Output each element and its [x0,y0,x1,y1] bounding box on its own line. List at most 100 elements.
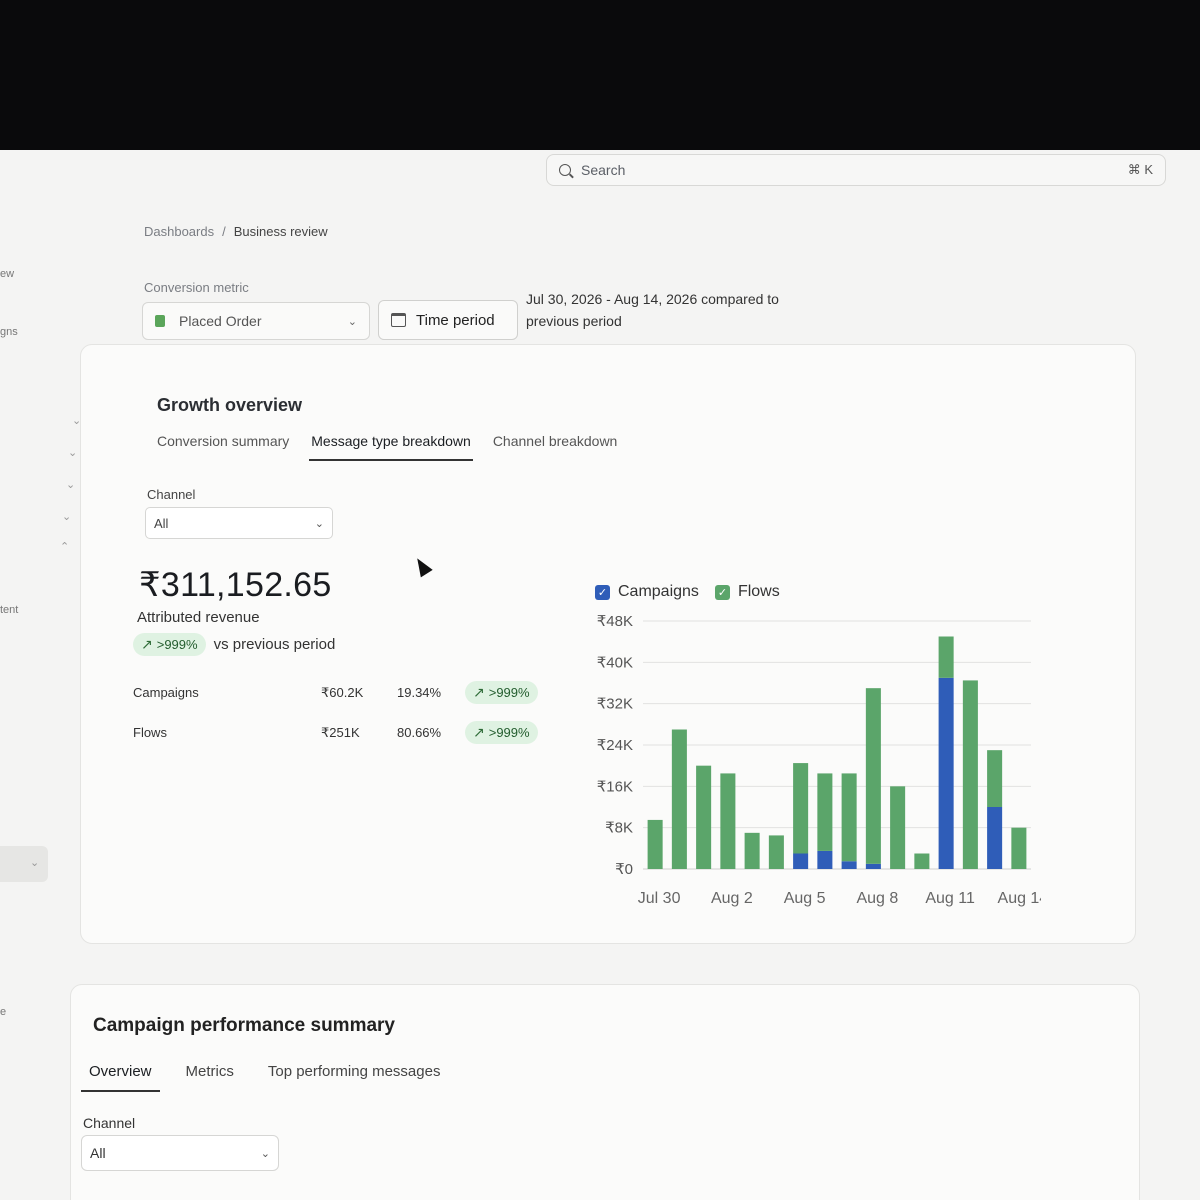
x-tick-label: Jul 30 [638,890,681,907]
x-tick-label: Aug 5 [784,890,826,907]
legend-flows[interactable]: Flows [738,583,780,601]
bar-flows [744,832,760,869]
conversion-metric-label: Conversion metric [144,280,249,295]
bar-campaigns [793,853,809,869]
trend-badge: ↗ >999% [133,633,206,656]
breadcrumb-current: Business review [233,224,328,239]
trend-up-icon: ↗ [141,636,153,652]
y-tick-label: ₹48K [597,613,633,630]
bar-campaigns [817,850,833,869]
shopify-bag-icon [155,315,165,327]
campaign-channel-label: Channel [83,1115,136,1131]
sidebar-selector[interactable]: ⌄ [0,846,48,882]
tab-top-performing-messages[interactable]: Top performing messages [260,1059,449,1092]
chart-legend: ✓ Campaigns ✓ Flows [595,583,780,601]
time-period-label: Time period [416,311,495,329]
trend-up-icon: ↗ [473,684,485,700]
x-tick-label: Aug 8 [856,890,898,907]
bar-flows [793,763,809,854]
trend-up-icon: ↗ [473,724,485,740]
bar-flows [987,750,1003,807]
growth-overview-title: Growth overview [157,395,303,415]
attributed-revenue-label: Attributed revenue [137,609,260,626]
legend-campaigns[interactable]: Campaigns [618,583,699,601]
breakdown-row-flows: Flows ₹251K 80.66% ↗ >999% [133,721,538,744]
x-tick-label: Aug 14 [998,890,1041,907]
trend-badge-text: >999% [156,637,198,652]
bar-flows [841,773,857,862]
campaign-performance-title: Campaign performance summary [93,1015,395,1036]
channel-label: Channel [147,487,196,502]
breakdown-amount: ₹251K [321,724,360,740]
breakdown-change-badge: ↗ >999% [465,681,538,704]
chevron-down-icon: ⌄ [260,1147,270,1160]
chevron-down-icon[interactable]: ⌄ [62,510,71,523]
bar-flows [938,636,954,678]
mouse-cursor [411,554,433,578]
chevron-up-icon[interactable]: ⌃ [60,540,69,553]
top-bar: Search ⌘ K [0,150,1200,214]
bar-flows [720,773,736,869]
attributed-revenue-value: ₹311,152.65 [139,566,332,604]
campaign-channel-select[interactable]: All ⌄ [81,1135,279,1171]
chevron-down-icon[interactable]: ⌄ [66,478,75,491]
campaign-channel-value: All [90,1145,106,1161]
chevron-down-icon[interactable]: ⌄ [68,446,77,459]
tab-metrics[interactable]: Metrics [178,1059,242,1092]
bar-flows [865,688,881,864]
trend-text: vs previous period [213,636,336,653]
y-tick-label: ₹8K [605,820,633,837]
flows-checkbox[interactable]: ✓ [714,584,730,600]
calendar-icon [391,313,406,327]
bar-flows [696,765,712,869]
growth-tabs: Conversion summary Message type breakdow… [155,429,619,461]
breakdown-percent: 19.34% [397,685,442,700]
revenue-bar-chart: ₹0 ₹8K ₹16K ₹24K ₹32K ₹40K ₹48K Jul 30 Aug 2 Aug … [597,613,1041,907]
bar-flows [914,853,930,869]
breadcrumb-separator: / [222,224,226,239]
breakdown-name: Campaigns [133,685,199,700]
breakdown-change: >999% [488,685,530,700]
tab-message-type-breakdown[interactable]: Message type breakdown [309,429,473,461]
search-shortcut: ⌘ K [1127,162,1153,177]
channel-select[interactable]: All ⌄ [145,507,333,539]
conversion-metric-value: Placed Order [179,313,262,329]
bar-campaigns [938,677,954,869]
app-screen: Search ⌘ K ew gns ⌄ ⌄ ⌄ ⌄ ⌃ tent ⌄ e Das… [0,150,1200,1200]
breakdown-percent: 80.66% [397,725,442,740]
conversion-metric-select[interactable]: Placed Order ⌄ [142,302,370,340]
bar-campaigns [841,861,857,869]
growth-overview-card: Growth overview Conversion summary Messa… [80,344,1136,944]
time-period-button[interactable]: Time period [378,300,518,340]
bar-flows [962,680,978,869]
main-content: Dashboards / Business review Conversion … [70,214,1140,1200]
y-tick-label: ₹16K [597,778,633,795]
chevron-down-icon: ⌄ [30,857,40,869]
breadcrumb: Dashboards / Business review [144,224,328,239]
breakdown-change: >999% [488,725,530,740]
search-placeholder: Search [581,162,626,178]
sidebar-fragment[interactable]: tent [0,604,18,616]
sidebar-fragment[interactable]: ew [0,268,14,280]
bar-campaigns [865,863,881,869]
search-icon [559,164,571,176]
sidebar-fragment[interactable]: gns [0,326,18,338]
bar-flows [671,729,687,869]
revenue-trend: ↗ >999% vs previous period [133,633,335,656]
campaigns-checkbox[interactable]: ✓ [595,584,610,600]
tab-channel-breakdown[interactable]: Channel breakdown [491,429,620,461]
sidebar-fragment[interactable]: e [0,1006,6,1018]
campaign-tabs: Overview Metrics Top performing messages [81,1059,448,1092]
campaign-performance-card: Campaign performance summary Overview Me… [70,984,1140,1200]
tab-overview[interactable]: Overview [81,1059,160,1092]
breakdown-row-campaigns: Campaigns ₹60.2K 19.34% ↗ >999% [133,681,538,704]
y-tick-label: ₹0 [615,861,633,878]
bar-campaigns [987,807,1003,869]
chevron-down-icon: ⌄ [347,315,357,328]
bar-flows [817,773,833,851]
tab-conversion-summary[interactable]: Conversion summary [155,429,291,461]
breadcrumb-dashboards[interactable]: Dashboards [144,224,214,239]
search-input[interactable]: Search ⌘ K [546,154,1166,186]
date-range-text: Jul 30, 2026 - Aug 14, 2026 compared to … [526,291,779,329]
chevron-down-icon: ⌄ [314,517,324,530]
